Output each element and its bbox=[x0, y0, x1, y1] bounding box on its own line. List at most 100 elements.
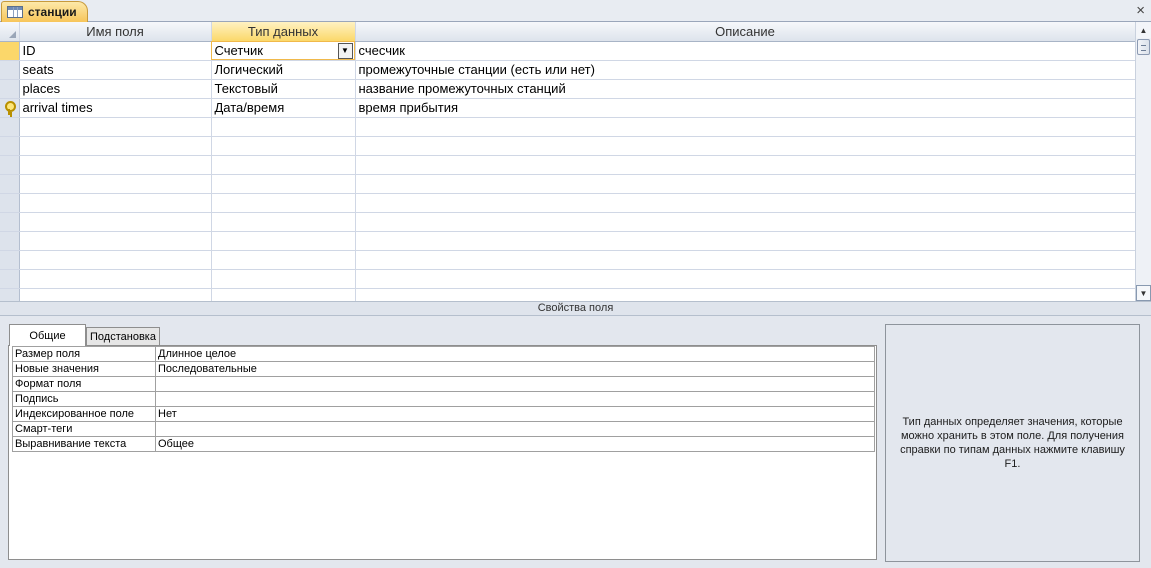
grid-body: ID Счетчик ▼ счесчик seats Логический промежут… bbox=[0, 41, 1136, 301]
row-selector[interactable] bbox=[0, 231, 20, 251]
tab-general[interactable]: Общие bbox=[9, 324, 86, 346]
field-name-cell[interactable]: places bbox=[19, 79, 212, 99]
field-name-cell[interactable] bbox=[19, 250, 212, 270]
row-selector[interactable] bbox=[0, 117, 20, 137]
select-all-corner[interactable] bbox=[0, 22, 20, 42]
scroll-down-icon[interactable]: ▼ bbox=[1136, 285, 1151, 301]
data-type-value: Счетчик bbox=[214, 43, 264, 58]
row-selector[interactable] bbox=[0, 250, 20, 270]
field-name-cell[interactable] bbox=[19, 136, 212, 156]
data-type-cell[interactable] bbox=[211, 155, 356, 175]
property-row[interactable]: Индексированное поле Нет bbox=[12, 406, 875, 422]
empty-field-row[interactable] bbox=[0, 155, 1136, 175]
empty-field-row[interactable] bbox=[0, 136, 1136, 156]
field-row[interactable]: places Текстовый название промежуточных ст… bbox=[0, 79, 1136, 99]
property-row[interactable]: Размер поля Длинное целое bbox=[12, 346, 875, 362]
tab-lookup[interactable]: Подстановка bbox=[86, 327, 160, 345]
empty-field-row[interactable] bbox=[0, 193, 1136, 213]
empty-field-row[interactable] bbox=[0, 250, 1136, 270]
property-value[interactable]: Последовательные bbox=[155, 361, 875, 377]
empty-field-row[interactable] bbox=[0, 174, 1136, 194]
description-cell[interactable] bbox=[355, 193, 1136, 213]
row-selector[interactable] bbox=[0, 136, 20, 156]
field-name-cell[interactable] bbox=[19, 231, 212, 251]
scroll-thumb[interactable] bbox=[1137, 39, 1150, 55]
description-cell[interactable] bbox=[355, 155, 1136, 175]
data-type-cell[interactable]: Логический bbox=[211, 60, 356, 80]
field-name-cell[interactable] bbox=[19, 174, 212, 194]
property-row[interactable]: Новые значения Последовательные bbox=[12, 361, 875, 377]
property-row[interactable]: Подпись bbox=[12, 391, 875, 407]
description-cell[interactable] bbox=[355, 212, 1136, 232]
row-selector[interactable] bbox=[0, 269, 20, 289]
field-name-cell[interactable]: arrival times bbox=[19, 98, 212, 118]
field-row[interactable]: seats Логический промежуточные станции (ес… bbox=[0, 60, 1136, 80]
row-selector[interactable] bbox=[0, 155, 20, 175]
description-cell[interactable] bbox=[355, 174, 1136, 194]
field-name-cell[interactable] bbox=[19, 212, 212, 232]
row-selector[interactable] bbox=[0, 193, 20, 213]
property-value[interactable] bbox=[155, 421, 875, 437]
data-type-cell[interactable]: Дата/время bbox=[211, 98, 356, 118]
field-row[interactable]: arrival times Дата/время время прибытия bbox=[0, 98, 1136, 118]
row-selector[interactable] bbox=[0, 174, 20, 194]
field-name-cell[interactable] bbox=[19, 117, 212, 137]
data-type-cell[interactable] bbox=[211, 288, 356, 301]
empty-field-row[interactable] bbox=[0, 288, 1136, 301]
property-row[interactable]: Смарт-теги bbox=[12, 421, 875, 437]
close-icon[interactable]: × bbox=[1136, 2, 1145, 20]
property-value[interactable] bbox=[155, 391, 875, 407]
field-name-cell[interactable] bbox=[19, 269, 212, 289]
description-cell[interactable] bbox=[355, 117, 1136, 137]
empty-field-row[interactable] bbox=[0, 269, 1136, 289]
vertical-scrollbar[interactable]: ▲ ▼ bbox=[1135, 22, 1151, 301]
field-name-cell[interactable]: ID bbox=[19, 41, 212, 61]
row-selector[interactable] bbox=[0, 288, 20, 301]
data-type-cell[interactable] bbox=[211, 250, 356, 270]
data-type-cell[interactable] bbox=[211, 231, 356, 251]
data-type-cell[interactable] bbox=[211, 136, 356, 156]
description-cell[interactable] bbox=[355, 231, 1136, 251]
property-value[interactable]: Нет bbox=[155, 406, 875, 422]
data-type-cell[interactable] bbox=[211, 269, 356, 289]
description-cell[interactable]: промежуточные станции (есть или нет) bbox=[355, 60, 1136, 80]
description-cell[interactable] bbox=[355, 136, 1136, 156]
description-cell[interactable] bbox=[355, 288, 1136, 301]
empty-field-row[interactable] bbox=[0, 117, 1136, 137]
row-selector[interactable] bbox=[0, 212, 20, 232]
data-type-cell[interactable]: Счетчик ▼ bbox=[211, 41, 356, 61]
data-type-cell[interactable] bbox=[211, 212, 356, 232]
data-type-cell[interactable] bbox=[211, 117, 356, 137]
description-cell[interactable] bbox=[355, 250, 1136, 270]
empty-field-row[interactable] bbox=[0, 231, 1136, 251]
property-value[interactable]: Длинное целое bbox=[155, 346, 875, 362]
description-cell[interactable] bbox=[355, 269, 1136, 289]
document-tab-label: станции bbox=[28, 5, 77, 19]
data-type-cell[interactable] bbox=[211, 193, 356, 213]
empty-field-row[interactable] bbox=[0, 212, 1136, 232]
field-name-cell[interactable] bbox=[19, 288, 212, 301]
field-name-cell[interactable]: seats bbox=[19, 60, 212, 80]
column-header-field-name[interactable]: Имя поля bbox=[19, 22, 212, 42]
row-selector[interactable] bbox=[0, 79, 20, 99]
property-row[interactable]: Формат поля bbox=[12, 376, 875, 392]
property-value[interactable]: Общее bbox=[155, 436, 875, 452]
data-type-cell[interactable] bbox=[211, 174, 356, 194]
row-selector[interactable] bbox=[0, 60, 20, 80]
row-selector[interactable] bbox=[0, 41, 20, 61]
scroll-up-icon[interactable]: ▲ bbox=[1136, 22, 1151, 38]
field-name-cell[interactable] bbox=[19, 155, 212, 175]
field-row[interactable]: ID Счетчик ▼ счесчик bbox=[0, 41, 1136, 61]
description-cell[interactable]: время прибытия bbox=[355, 98, 1136, 118]
data-type-cell[interactable]: Текстовый bbox=[211, 79, 356, 99]
document-tab-stations[interactable]: станции bbox=[1, 1, 88, 22]
description-cell[interactable]: название промежуточных станций bbox=[355, 79, 1136, 99]
column-header-description[interactable]: Описание bbox=[355, 22, 1136, 42]
property-row[interactable]: Выравнивание текста Общее bbox=[12, 436, 875, 452]
description-cell[interactable]: счесчик bbox=[355, 41, 1136, 61]
field-name-cell[interactable] bbox=[19, 193, 212, 213]
row-selector[interactable] bbox=[0, 98, 20, 118]
chevron-down-icon[interactable]: ▼ bbox=[337, 42, 353, 59]
column-header-data-type[interactable]: Тип данных bbox=[211, 22, 356, 42]
property-value[interactable] bbox=[155, 376, 875, 392]
